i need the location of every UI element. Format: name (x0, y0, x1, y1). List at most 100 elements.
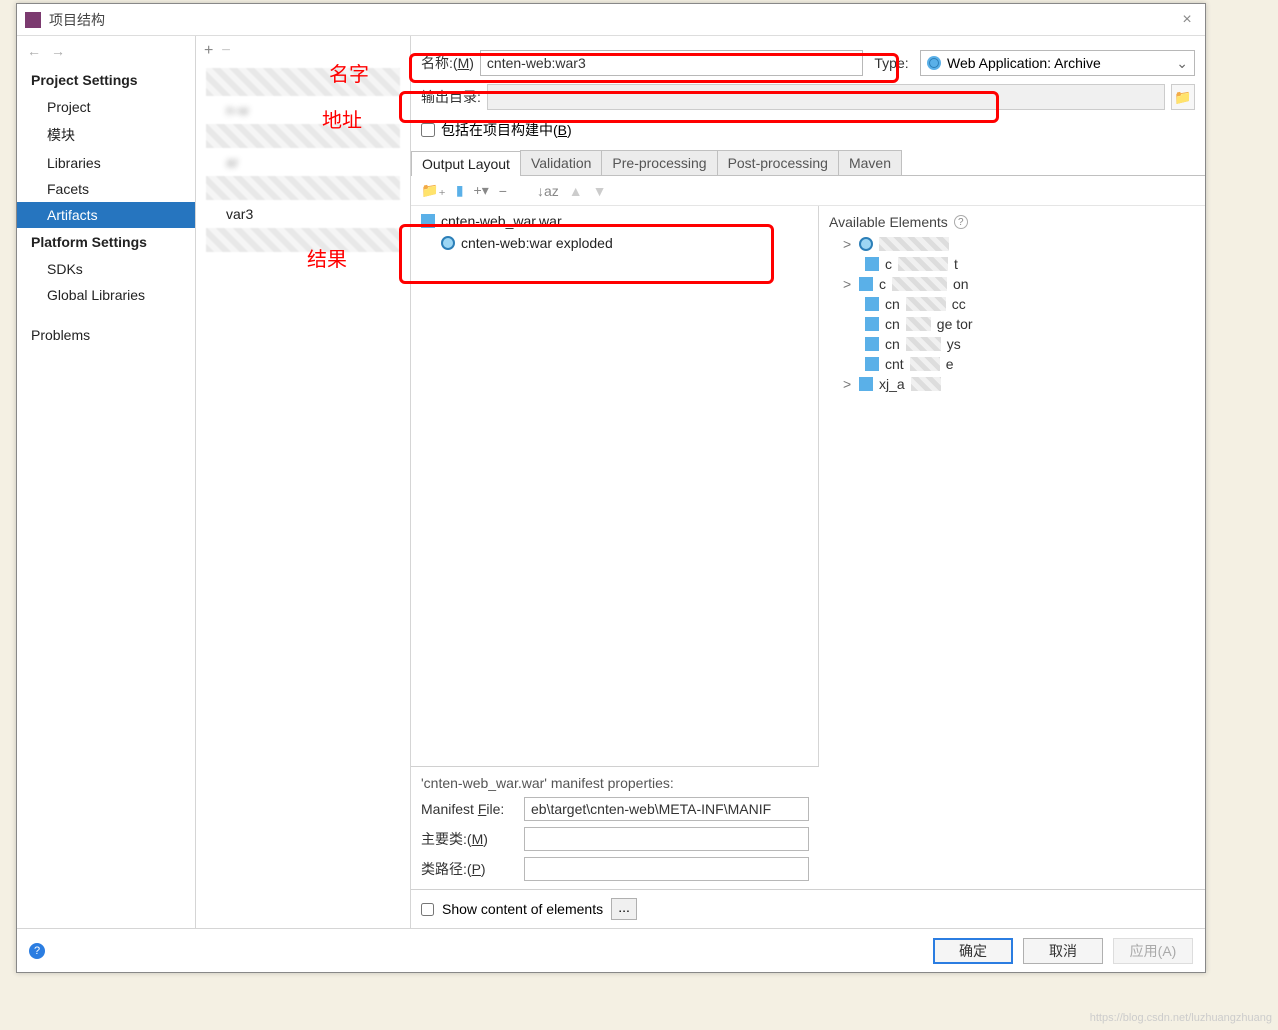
available-item[interactable]: cnte (829, 354, 1195, 374)
sidebar-item-artifacts[interactable]: Artifacts (17, 202, 195, 228)
module-icon (865, 337, 879, 351)
artifact-list-blur (206, 124, 400, 148)
browse-folder-icon[interactable]: 📁 (1171, 84, 1195, 110)
artifact-type-dropdown[interactable]: Web Application: Archive ⌄ (920, 50, 1195, 76)
type-label: Type: (869, 55, 914, 71)
manifest-file-label: Manifest File: (421, 801, 516, 817)
sidebar-item-libraries[interactable]: Libraries (17, 150, 195, 176)
show-content-checkbox[interactable] (421, 903, 434, 916)
artifact-name-input[interactable] (480, 50, 863, 76)
sidebar: ← → Project Settings Project 模块 Librarie… (17, 36, 196, 928)
output-dir-label: 输出目录: (421, 87, 481, 107)
module-icon (865, 297, 879, 311)
forward-arrow-icon[interactable]: → (51, 43, 65, 59)
artifact-item-selected[interactable]: var3 (196, 202, 410, 226)
sidebar-item-sdks[interactable]: SDKs (17, 256, 195, 282)
add-artifact-icon[interactable]: + (204, 42, 213, 60)
available-elements-title: Available Elements ? (829, 210, 1195, 234)
artifact-item[interactable]: n-w (196, 98, 410, 122)
sidebar-item-global-libs[interactable]: Global Libraries (17, 282, 195, 308)
main-class-input[interactable] (524, 827, 809, 851)
artifacts-list-panel: + − n-w ar var3 (196, 36, 411, 928)
module-icon (865, 357, 879, 371)
artifact-item[interactable]: ar (196, 150, 410, 174)
tabs: Output Layout Validation Pre-processing … (411, 150, 1205, 176)
close-icon[interactable]: × (1177, 11, 1197, 29)
available-item[interactable]: cncc (829, 294, 1195, 314)
remove-artifact-icon[interactable]: − (221, 42, 230, 60)
tab-validation[interactable]: Validation (520, 150, 602, 175)
add-copy-icon[interactable]: +▾ (474, 182, 489, 199)
app-icon (25, 12, 41, 28)
titlebar: 项目结构 × (17, 4, 1205, 36)
main-class-row: 主要类:(M) (421, 827, 809, 851)
classpath-label: 类路径:(P) (421, 859, 516, 879)
name-label: 名称:(M) (421, 53, 474, 73)
output-layout-tree: cnten-web_war.war cnten-web:war exploded (411, 206, 819, 766)
available-item[interactable]: >con (829, 274, 1195, 294)
new-folder-icon[interactable]: 📁₊ (421, 182, 446, 199)
ok-button[interactable]: 确定 (933, 938, 1013, 964)
remove-icon[interactable]: − (499, 183, 507, 199)
include-build-row: 包括在项目构建中(B) (411, 114, 1205, 146)
artifacts-list: n-w ar var3 (196, 66, 410, 928)
sidebar-item-project[interactable]: Project (17, 94, 195, 120)
classpath-input[interactable] (524, 857, 809, 881)
show-content-more-button[interactable]: ... (611, 898, 637, 920)
dialog-body: 名字 地址 结果 ← → Project Settings Project 模块… (17, 36, 1205, 928)
dialog-footer: ? 确定 取消 应用(A) (17, 928, 1205, 972)
available-elements-panel: Available Elements ? > ct >con cncc cnge… (819, 206, 1205, 766)
project-structure-window: 项目结构 × 名字 地址 结果 ← → Project Settings Pro… (16, 3, 1206, 973)
sidebar-item-modules[interactable]: 模块 (17, 120, 195, 150)
module-icon (865, 257, 879, 271)
output-dir-input[interactable] (487, 84, 1165, 110)
archive-name: cnten-web_war.war (441, 213, 562, 229)
artifact-icon (441, 236, 455, 250)
tab-maven[interactable]: Maven (838, 150, 902, 175)
chevron-right-icon: > (843, 376, 853, 392)
help-icon[interactable]: ? (954, 215, 968, 229)
artifact-name: cnten-web:war exploded (461, 235, 613, 251)
manifest-file-input[interactable] (524, 797, 809, 821)
tab-output-layout[interactable]: Output Layout (411, 151, 521, 176)
artifact-detail-panel: 名称:(M) Type: Web Application: Archive ⌄ … (411, 36, 1205, 928)
tab-preprocessing[interactable]: Pre-processing (601, 150, 717, 175)
artifact-icon (859, 237, 873, 251)
layout-split: cnten-web_war.war cnten-web:war exploded… (411, 206, 1205, 766)
move-down-icon[interactable]: ▼ (593, 183, 607, 199)
sidebar-item-facets[interactable]: Facets (17, 176, 195, 202)
available-item[interactable]: ct (829, 254, 1195, 274)
available-list: > ct >con cncc cnge tor cnys cnte >xj_a (829, 234, 1195, 394)
project-settings-title: Project Settings (17, 66, 195, 94)
layout-toolbar: 📁₊ ▮ +▾ − ↓az ▲ ▼ (411, 176, 1205, 206)
artifact-list-blur (206, 176, 400, 200)
module-icon (859, 377, 873, 391)
platform-settings-title: Platform Settings (17, 228, 195, 256)
tab-postprocessing[interactable]: Post-processing (717, 150, 839, 175)
classpath-row: 类路径:(P) (421, 857, 809, 881)
manifest-file-row: Manifest File: (421, 797, 809, 821)
new-archive-icon[interactable]: ▮ (456, 182, 464, 199)
chevron-right-icon: > (843, 236, 853, 252)
show-content-row: Show content of elements ... (411, 889, 1205, 928)
footer-help-icon[interactable]: ? (29, 943, 45, 959)
tree-artifact-row[interactable]: cnten-web:war exploded (411, 232, 818, 254)
sidebar-item-problems[interactable]: Problems (17, 322, 195, 348)
tree-archive-row[interactable]: cnten-web_war.war (411, 210, 818, 232)
cancel-button[interactable]: 取消 (1023, 938, 1103, 964)
artifact-list-blur (206, 228, 400, 252)
sort-icon[interactable]: ↓az (537, 183, 559, 199)
available-item[interactable]: > (829, 234, 1195, 254)
available-item[interactable]: cnge tor (829, 314, 1195, 334)
window-title: 项目结构 (49, 10, 1177, 30)
move-up-icon[interactable]: ▲ (569, 183, 583, 199)
available-item[interactable]: cnys (829, 334, 1195, 354)
artifacts-toolbar: + − (196, 36, 410, 66)
apply-button[interactable]: 应用(A) (1113, 938, 1193, 964)
include-build-checkbox[interactable] (421, 123, 435, 137)
back-arrow-icon[interactable]: ← (27, 43, 41, 59)
show-content-label: Show content of elements (442, 901, 603, 917)
manifest-panel: 'cnten-web_war.war' manifest properties:… (411, 766, 819, 889)
manifest-title: 'cnten-web_war.war' manifest properties: (421, 775, 809, 791)
available-item[interactable]: >xj_a (829, 374, 1195, 394)
